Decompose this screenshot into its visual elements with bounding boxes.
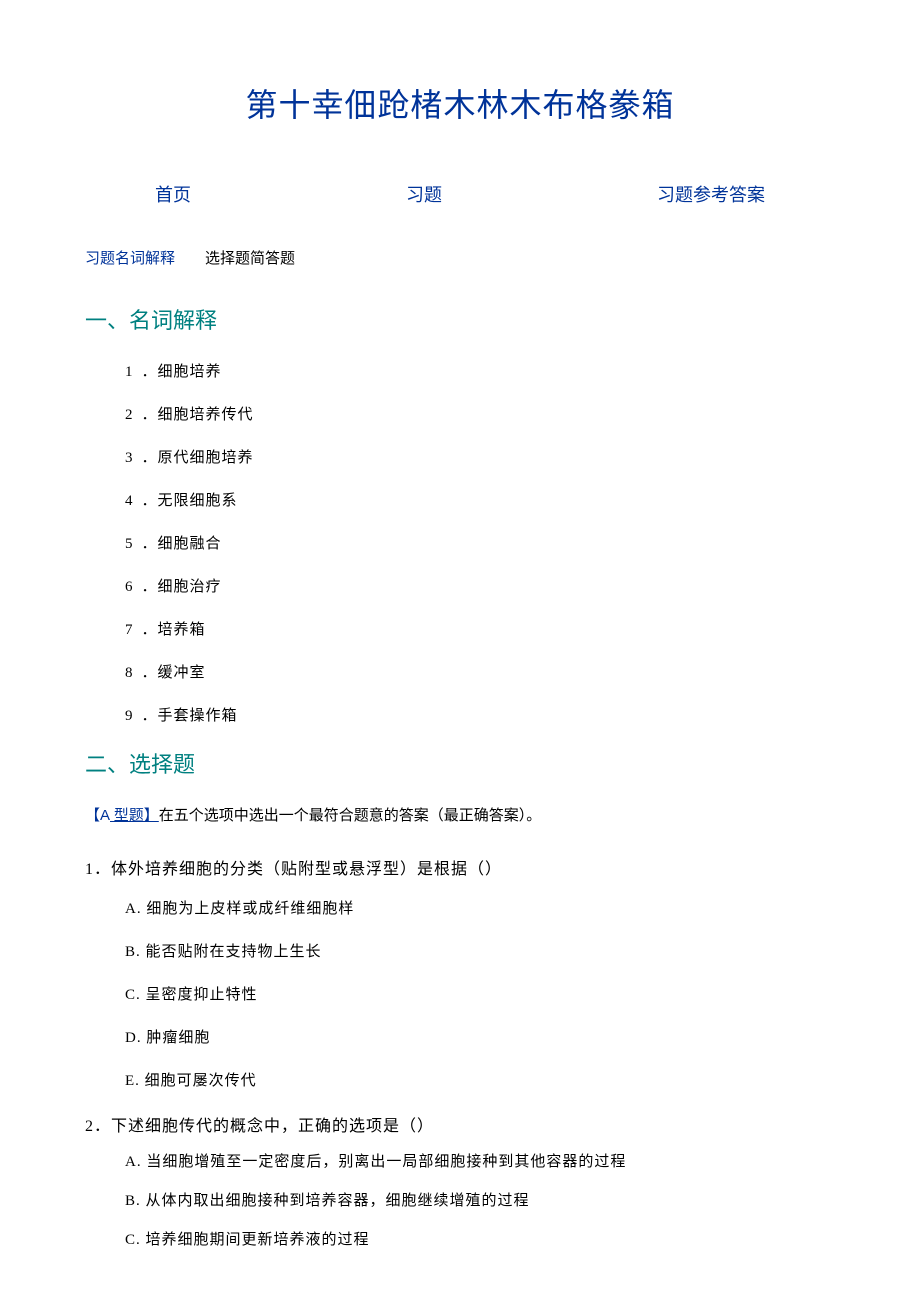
nav-exercises[interactable]: 习题 (406, 181, 442, 207)
question-text: 1．体外培养细胞的分类（贴附型或悬浮型）是根据（） (85, 855, 835, 879)
term-item: 6．细胞治疗 (125, 575, 835, 596)
question-2: 2．下述细胞传代的概念中，正确的选项是（） A. 当细胞增殖至一定密度后，别离出… (85, 1112, 835, 1249)
option: D. 肿瘤细胞 (85, 1026, 835, 1047)
option: E. 细胞可屡次传代 (85, 1069, 835, 1090)
nav-answers[interactable]: 习题参考答案 (657, 181, 765, 207)
option: C. 培养细胞期间更新培养液的过程 (85, 1228, 835, 1249)
question-1: 1．体外培养细胞的分类（贴附型或悬浮型）是根据（） A. 细胞为上皮样或成纤维细… (85, 855, 835, 1090)
page-title: 第十幸佃跄楮木林木布格豢箱 (85, 80, 835, 126)
option: B. 从体内取出细胞接种到培养容器，细胞继续增殖的过程 (85, 1189, 835, 1210)
a-type-label: 【A 型题】 (85, 808, 159, 824)
term-item: 5．细胞融合 (125, 532, 835, 553)
term-item: 2．细胞培养传代 (125, 403, 835, 424)
top-nav: 首页 习题 习题参考答案 (85, 181, 835, 207)
sub-nav: 习题名词解释 选择题简答题 (85, 247, 835, 268)
section-1-header: 一、名词解释 (85, 303, 835, 335)
term-item: 3．原代细胞培养 (125, 446, 835, 467)
term-item: 1．细胞培养 (125, 360, 835, 381)
option: C. 呈密度抑止特性 (85, 983, 835, 1004)
term-list: 1．细胞培养 2．细胞培养传代 3．原代细胞培养 4．无限细胞系 5．细胞融合 … (85, 360, 835, 725)
a-type-instruction: 【A 型题】在五个选项中选出一个最符合题意的答案（最正确答案）。 (85, 804, 835, 825)
question-text: 2．下述细胞传代的概念中，正确的选项是（） (85, 1112, 835, 1136)
term-item: 8．缓冲室 (125, 661, 835, 682)
option: A. 细胞为上皮样或成纤维细胞样 (85, 897, 835, 918)
subnav-choice[interactable]: 选择题简答题 (205, 247, 295, 268)
subnav-terms[interactable]: 习题名词解释 (85, 251, 175, 267)
term-item: 7．培养箱 (125, 618, 835, 639)
term-item: 9．手套操作箱 (125, 704, 835, 725)
nav-home[interactable]: 首页 (155, 181, 191, 207)
section-2-header: 二、选择题 (85, 747, 835, 779)
option: B. 能否贴附在支持物上生长 (85, 940, 835, 961)
option: A. 当细胞增殖至一定密度后，别离出一局部细胞接种到其他容器的过程 (85, 1150, 835, 1171)
term-item: 4．无限细胞系 (125, 489, 835, 510)
